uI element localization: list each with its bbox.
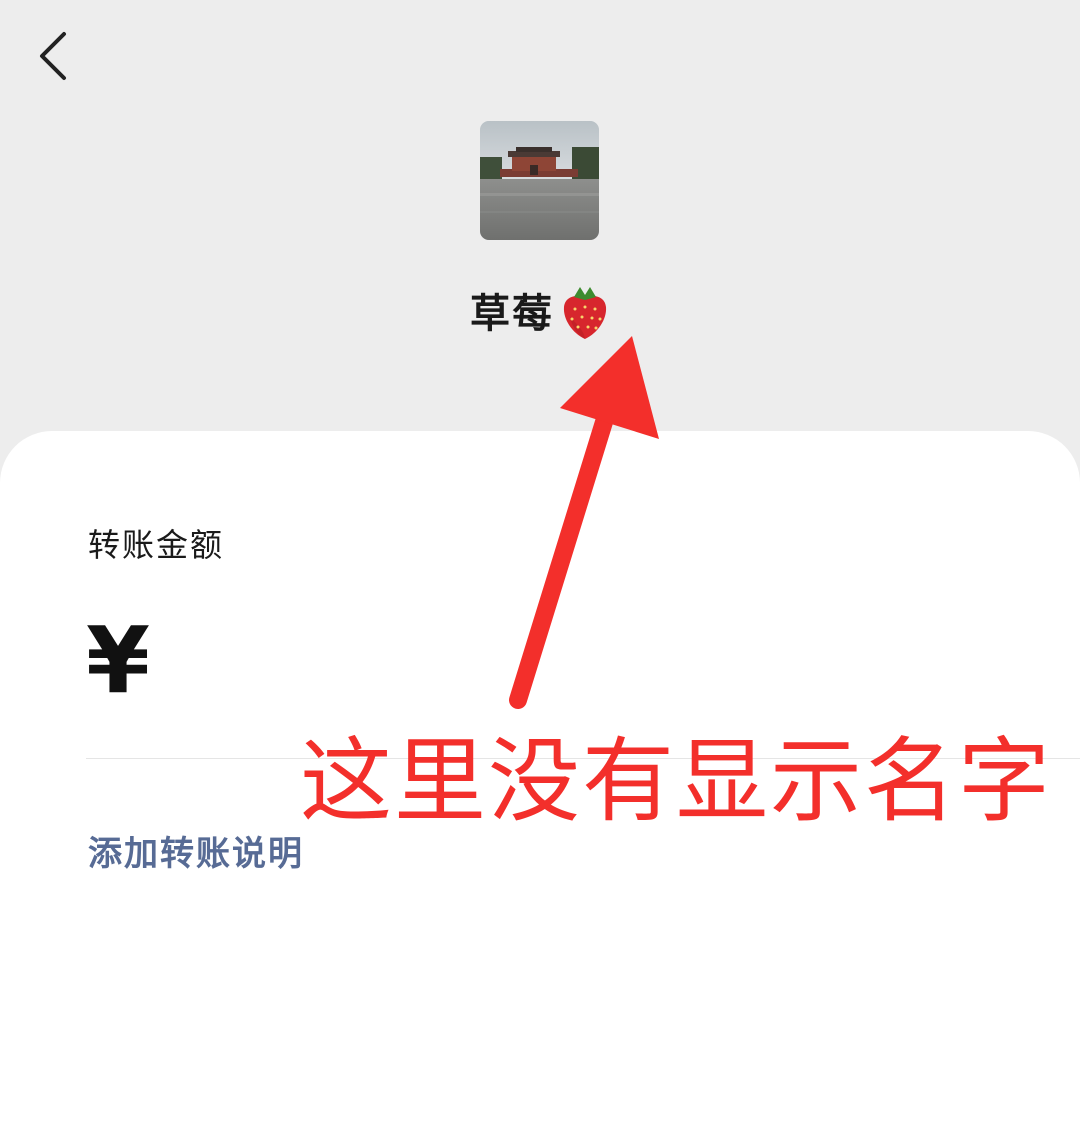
currency-symbol: ¥ xyxy=(86,607,151,714)
add-transfer-note-link[interactable]: 添加转账说明 xyxy=(88,828,304,880)
chevron-left-icon xyxy=(40,32,66,80)
recipient-name: 草莓 xyxy=(470,291,554,337)
back-button[interactable] xyxy=(30,24,80,88)
recipient-avatar xyxy=(480,121,599,240)
strawberry-icon xyxy=(563,287,607,339)
amount-input[interactable] xyxy=(170,620,994,712)
recipient-info: 草莓 xyxy=(0,282,1080,346)
annotation-text: 这里没有显示名字 xyxy=(300,728,1053,835)
amount-label: 转账金额 xyxy=(88,526,225,564)
